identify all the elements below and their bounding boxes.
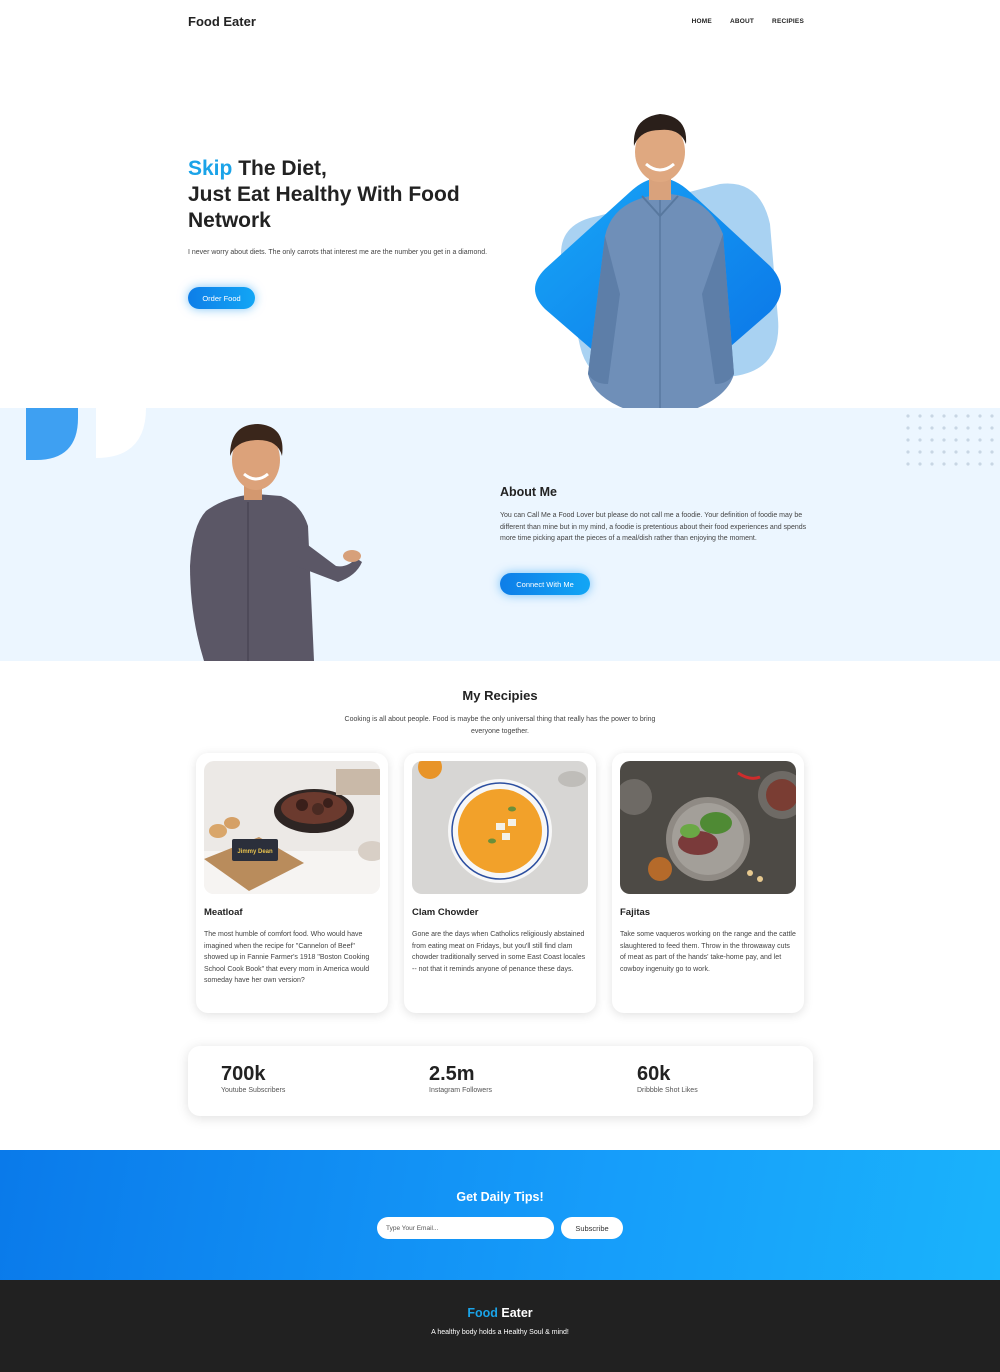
hero-description: I never worry about diets. The only carr… bbox=[188, 249, 488, 256]
main-menu: HOME ABOUT RECIPIES bbox=[692, 18, 804, 25]
stat-value: 700k bbox=[221, 1063, 266, 1085]
hero-title-accent: Skip bbox=[188, 157, 233, 180]
recipe-description: Gone are the days when Catholics religio… bbox=[412, 931, 586, 973]
recipe-description: The most humble of comfort food. Who wou… bbox=[204, 931, 370, 984]
stat-value: 2.5m bbox=[429, 1063, 475, 1085]
footer-logo: Food Eater bbox=[0, 1306, 1000, 1320]
hero-title-line2: Just Eat Healthy With Food bbox=[188, 183, 460, 206]
footer-logo-rest: Eater bbox=[497, 1306, 533, 1320]
order-food-button[interactable]: Order Food bbox=[188, 287, 255, 309]
recipe-card-meatloaf[interactable]: Jimmy Dean Meatloaf The most humble of c… bbox=[196, 753, 388, 1013]
package-label: Jimmy Dean bbox=[237, 849, 273, 855]
nav-recipies-link[interactable]: RECIPIES bbox=[772, 18, 804, 25]
recipe-card-clam-chowder[interactable]: Clam Chowder Gone are the days when Cath… bbox=[404, 753, 596, 1013]
clam-chowder-image bbox=[412, 761, 588, 894]
about-person-image bbox=[190, 424, 362, 661]
subscribe-button[interactable]: Subscribe bbox=[561, 1217, 623, 1239]
about-section: About Me You can Call Me a Food Lover bu… bbox=[0, 408, 1000, 661]
email-input[interactable] bbox=[377, 1217, 554, 1239]
recipe-title: Clam Chowder bbox=[412, 907, 479, 918]
recipe-description: Take some vaqueros working on the range … bbox=[620, 931, 796, 973]
stat-label: Youtube Subscribers bbox=[221, 1087, 286, 1094]
recipe-title: Fajitas bbox=[620, 907, 651, 918]
stat-value: 60k bbox=[637, 1063, 671, 1085]
decorative-shapes bbox=[26, 408, 146, 460]
hero-title-line3: Network bbox=[188, 209, 271, 232]
about-text: You can Call Me a Food Lover but please … bbox=[500, 512, 807, 542]
stat-label: Instagram Followers bbox=[429, 1087, 493, 1094]
hero-title: Skip The Diet, Just Eat Healthy With Foo… bbox=[188, 156, 518, 234]
stat-youtube: 700k Youtube Subscribers bbox=[221, 1063, 285, 1094]
stat-instagram: 2.5m Instagram Followers bbox=[429, 1063, 492, 1094]
site-logo[interactable]: Food Eater bbox=[188, 14, 256, 29]
hero-section: Skip The Diet, Just Eat Healthy With Foo… bbox=[0, 44, 1000, 414]
about-title: About Me bbox=[500, 485, 557, 499]
stat-dribbble: 60k Dribbble Shot Likes bbox=[637, 1063, 698, 1094]
footer: Food Eater A healthy body holds a Health… bbox=[0, 1280, 1000, 1372]
recipes-subtitle: Cooking is all about people. Food is may… bbox=[344, 716, 656, 735]
nav-home-link[interactable]: HOME bbox=[692, 18, 712, 25]
top-navbar: Food Eater HOME ABOUT RECIPIES bbox=[0, 0, 1000, 44]
dot-pattern bbox=[906, 414, 994, 466]
connect-with-me-button[interactable]: Connect With Me bbox=[500, 573, 590, 595]
footer-tagline: A healthy body holds a Healthy Soul & mi… bbox=[431, 1329, 569, 1336]
newsletter-section: Get Daily Tips! Subscribe bbox=[0, 1150, 1000, 1280]
fajitas-image bbox=[620, 761, 796, 894]
hero-title-rest: The Diet, bbox=[232, 157, 327, 180]
footer-logo-accent: Food bbox=[467, 1306, 498, 1320]
newsletter-title: Get Daily Tips! bbox=[456, 1190, 544, 1204]
recipe-title: Meatloaf bbox=[204, 907, 243, 918]
recipes-title: My Recipies bbox=[462, 688, 538, 703]
meatloaf-image: Jimmy Dean bbox=[204, 761, 380, 894]
nav-about-link[interactable]: ABOUT bbox=[730, 18, 754, 25]
stats-panel: 700k Youtube Subscribers 2.5m Instagram … bbox=[188, 1046, 813, 1116]
recipe-card-fajitas[interactable]: Fajitas Take some vaqueros working on th… bbox=[612, 753, 804, 1013]
hero-person-image bbox=[535, 114, 781, 414]
stat-label: Dribbble Shot Likes bbox=[637, 1087, 698, 1094]
